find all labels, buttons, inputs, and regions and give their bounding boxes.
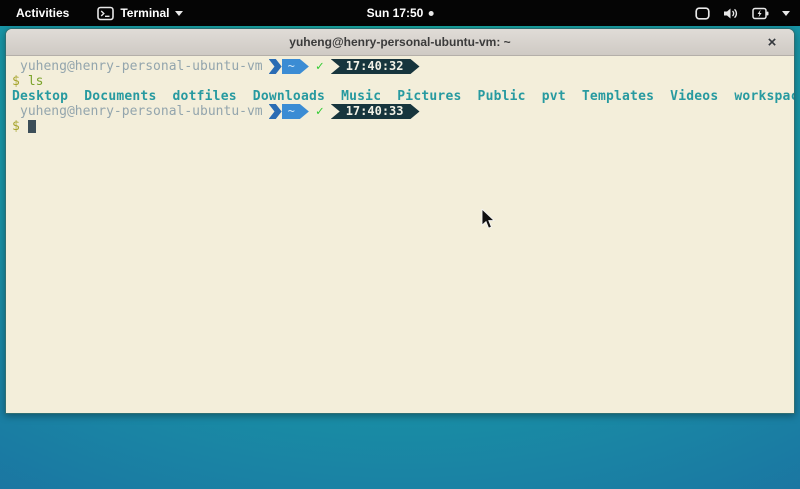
top-bar: Activities Terminal Sun 17:50 bbox=[0, 0, 800, 26]
powerline-dir-segment: ~ bbox=[282, 59, 309, 74]
system-menu-chevron-icon bbox=[782, 11, 790, 16]
desktop: Activities Terminal Sun 17:50 bbox=[0, 0, 800, 489]
directory-listing: Desktop Documents dotfiles Downloads Mus… bbox=[12, 89, 795, 104]
typed-command: ls bbox=[28, 74, 44, 89]
terminal-app-icon bbox=[97, 6, 114, 21]
check-icon: ✓ bbox=[316, 104, 324, 119]
terminal-prompt-line-1: yuheng@henry-personal-ubuntu-vm ~ ✓ 17:4… bbox=[12, 59, 788, 74]
powerline-chevron-icon bbox=[269, 59, 282, 74]
window-title: yuheng@henry-personal-ubuntu-vm: ~ bbox=[289, 35, 510, 49]
display-icon bbox=[695, 7, 710, 20]
mouse-cursor-icon bbox=[481, 209, 495, 235]
app-menu-terminal[interactable]: Terminal bbox=[91, 4, 189, 23]
terminal-cursor bbox=[28, 120, 36, 133]
prompt-dollar: $ bbox=[12, 119, 20, 134]
system-status-area[interactable] bbox=[695, 7, 790, 20]
terminal-window: yuheng@henry-personal-ubuntu-vm: ~ × yuh… bbox=[5, 28, 795, 414]
prompt-dollar: $ bbox=[12, 74, 20, 89]
battery-charging-icon bbox=[752, 7, 769, 20]
close-icon[interactable]: × bbox=[762, 32, 782, 52]
powerline-chevron-icon bbox=[269, 104, 282, 119]
prompt-username: yuheng@henry-personal-ubuntu-vm bbox=[20, 59, 263, 74]
prompt-username: yuheng@henry-personal-ubuntu-vm bbox=[20, 104, 263, 119]
chevron-down-icon bbox=[175, 11, 183, 16]
powerline-time-segment: 17:40:33 bbox=[331, 104, 420, 119]
window-titlebar[interactable]: yuheng@henry-personal-ubuntu-vm: ~ × bbox=[6, 29, 794, 56]
check-icon: ✓ bbox=[316, 59, 324, 74]
terminal-ls-output: Desktop Documents dotfiles Downloads Mus… bbox=[12, 89, 788, 104]
terminal-prompt-line-2: yuheng@henry-personal-ubuntu-vm ~ ✓ 17:4… bbox=[12, 104, 788, 119]
app-menu-label: Terminal bbox=[120, 6, 169, 20]
volume-icon bbox=[723, 7, 739, 20]
terminal-input-line: $ bbox=[12, 119, 788, 134]
terminal-content[interactable]: yuheng@henry-personal-ubuntu-vm ~ ✓ 17:4… bbox=[6, 56, 794, 413]
clock-button[interactable]: Sun 17:50 bbox=[367, 6, 434, 20]
terminal-command-line: $ ls bbox=[12, 74, 788, 89]
clock-label: Sun 17:50 bbox=[367, 6, 424, 20]
powerline-dir-segment: ~ bbox=[282, 104, 309, 119]
activities-button[interactable]: Activities bbox=[10, 4, 75, 22]
notification-dot-icon bbox=[428, 11, 433, 16]
powerline-time-segment: 17:40:32 bbox=[331, 59, 420, 74]
